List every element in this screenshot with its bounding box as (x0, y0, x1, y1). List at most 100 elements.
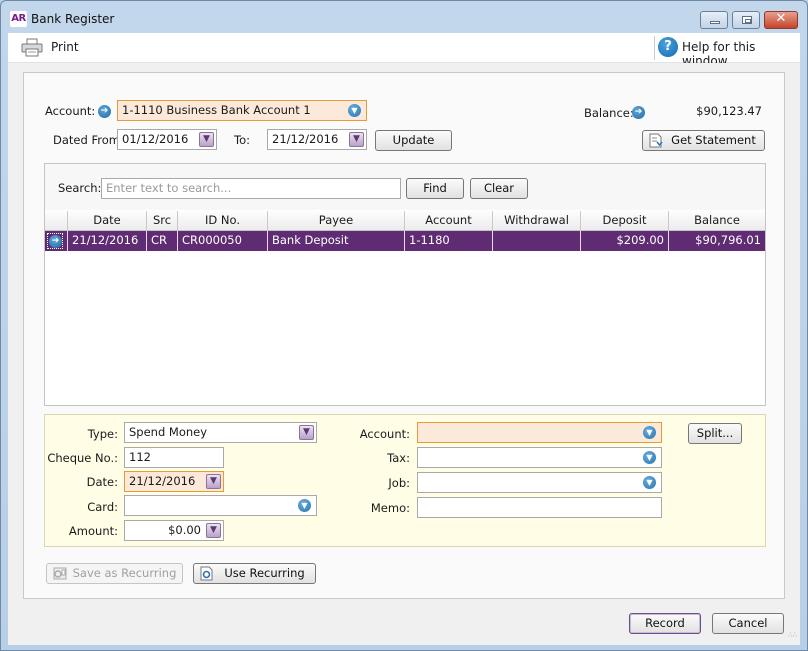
use-recurring-button[interactable]: Use Recurring (193, 563, 316, 584)
dropdown-icon[interactable]: ▼ (298, 499, 311, 512)
cell-withdrawal (493, 231, 581, 251)
cell-payee: Bank Deposit (268, 231, 405, 251)
minimize-icon (710, 21, 720, 24)
maximize-icon (742, 16, 752, 24)
cheque-no-input[interactable]: 112 (124, 447, 224, 468)
close-icon: ✕ (775, 11, 787, 26)
save-as-recurring-label: Save as Recurring (72, 566, 177, 580)
dated-from-value: 01/12/2016 (122, 132, 189, 146)
close-button[interactable]: ✕ (764, 11, 798, 29)
card-label: Card: (87, 500, 118, 514)
column-header-account[interactable]: Account (405, 211, 493, 231)
table-header: Date Src ID No. Payee Account Withdrawal… (45, 211, 765, 231)
calendar-dropdown-icon[interactable]: ▼ (199, 132, 214, 147)
help-icon: ? (658, 37, 678, 57)
date-to-field[interactable]: 21/12/2016 ▼ (267, 129, 367, 150)
date-label: Date: (86, 475, 118, 489)
window-title: Bank Register (31, 12, 115, 26)
date-field-value: 21/12/2016 (129, 474, 196, 488)
dropdown-icon[interactable]: ▼ (348, 104, 361, 117)
tax-select[interactable]: ▼ (417, 447, 662, 468)
column-header-deposit[interactable]: Deposit (581, 211, 669, 231)
date-to-value: 21/12/2016 (272, 132, 339, 146)
amount-input[interactable]: $0.00 ▼ (124, 520, 224, 541)
column-header-pointer (45, 211, 68, 231)
column-header-withdrawal[interactable]: Withdrawal (493, 211, 581, 231)
type-select-value: Spend Money (129, 425, 208, 439)
column-header-date[interactable]: Date (68, 211, 147, 231)
cancel-button[interactable]: Cancel (712, 613, 784, 634)
account-label: Account: (45, 104, 96, 118)
row-focus-indicator: ➔ (47, 233, 63, 249)
get-statement-label: Get Statement (671, 133, 756, 147)
account-zoom-arrow-icon[interactable]: ➔ (98, 105, 111, 118)
resize-grip[interactable]: ∴∴ (788, 632, 798, 643)
toolbar: Print ? Help for this window (8, 33, 800, 68)
save-recurring-icon (53, 567, 67, 580)
cell-balance: $90,796.01 (695, 233, 761, 247)
dated-from-field[interactable]: 01/12/2016 ▼ (117, 129, 217, 150)
column-header-id-no[interactable]: ID No. (178, 211, 268, 231)
save-as-recurring-button[interactable]: Save as Recurring (46, 563, 183, 584)
dated-from-label: Dated From: (53, 133, 124, 147)
calendar-dropdown-icon[interactable]: ▼ (349, 132, 364, 147)
type-select[interactable]: Spend Money ▼ (124, 422, 317, 443)
account-label: Account: (359, 427, 410, 441)
calculator-dropdown-icon[interactable]: ▼ (206, 523, 221, 538)
dropdown-icon[interactable]: ▼ (299, 425, 314, 440)
card-select[interactable]: ▼ (124, 495, 317, 516)
record-button[interactable]: Record (629, 613, 701, 634)
column-header-src[interactable]: Src (147, 211, 178, 231)
row-pointer-cell[interactable]: ➔ (45, 231, 68, 251)
update-button[interactable]: Update (375, 130, 452, 151)
memo-label: Memo: (370, 501, 410, 515)
register-panel: Account: ➔ 1-1110 Business Bank Account … (23, 72, 785, 599)
get-statement-button[interactable]: Get Statement (642, 130, 765, 151)
dropdown-icon[interactable]: ▼ (643, 451, 656, 464)
table-row[interactable]: ➔ 21/12/2016 CR CR000050 Bank Deposit 1-… (45, 231, 765, 251)
print-label: Print (51, 40, 79, 54)
amount-value: $0.00 (168, 523, 201, 537)
tax-label: Tax: (387, 451, 410, 465)
print-button[interactable]: Print (16, 33, 86, 63)
find-button[interactable]: Find (406, 178, 464, 199)
cell-date: 21/12/2016 (68, 231, 147, 251)
job-select[interactable]: ▼ (417, 472, 662, 493)
search-label: Search: (58, 181, 102, 195)
amount-label: Amount: (68, 524, 118, 538)
row-zoom-arrow-icon[interactable]: ➔ (49, 235, 62, 248)
balance-zoom-arrow-icon[interactable]: ➔ (632, 106, 645, 119)
minimize-button[interactable] (700, 11, 728, 29)
search-bar: Search: Enter text to search... Find Cle… (45, 164, 765, 210)
balance-label: Balance: (584, 106, 634, 120)
cell-src: CR (147, 231, 178, 251)
column-header-payee[interactable]: Payee (268, 211, 405, 231)
transactions-panel: Search: Enter text to search... Find Cle… (44, 163, 766, 406)
account-select[interactable]: 1-1110 Business Bank Account 1 ▼ (117, 100, 367, 121)
help-button[interactable]: ? Help for this window (656, 33, 800, 68)
maximize-button[interactable] (732, 11, 760, 29)
to-label: To: (234, 133, 250, 147)
search-input[interactable]: Enter text to search... (101, 178, 401, 199)
split-button[interactable]: Split... (688, 423, 742, 444)
calendar-dropdown-icon[interactable]: ▼ (206, 474, 221, 489)
account-select-value: 1-1110 Business Bank Account 1 (122, 103, 311, 117)
column-header-balance[interactable]: Balance (669, 211, 765, 231)
balance-value: $90,123.47 (696, 104, 762, 118)
title-bar[interactable]: AR Bank Register ✕ (1, 1, 807, 33)
date-field[interactable]: 21/12/2016 ▼ (124, 471, 224, 492)
bank-register-window: AR Bank Register ✕ Print ? Help for this… (0, 0, 808, 651)
use-recurring-icon (200, 566, 213, 581)
statement-icon (649, 133, 663, 148)
cheque-no-label: Cheque No.: (47, 451, 118, 465)
app-logo-icon: AR (10, 11, 27, 27)
cell-account: 1-1180 (405, 231, 493, 251)
use-recurring-label: Use Recurring (224, 566, 305, 580)
clear-button[interactable]: Clear (470, 178, 528, 199)
dropdown-icon[interactable]: ▼ (643, 476, 656, 489)
job-label: Job: (388, 476, 410, 490)
transaction-entry-panel: Type: Spend Money ▼ Cheque No.: 112 Date… (44, 414, 766, 547)
dropdown-icon[interactable]: ▼ (643, 426, 656, 439)
memo-input[interactable] (417, 497, 662, 518)
account-select[interactable]: ▼ (417, 422, 662, 443)
